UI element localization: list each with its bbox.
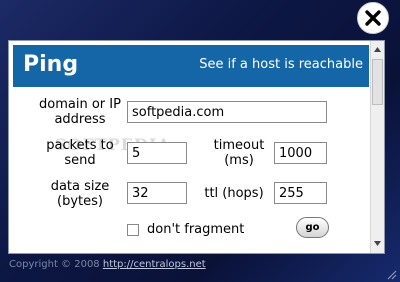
page-subtitle: See if a host is reachable	[199, 57, 363, 72]
ttl-label: ttl (hops)	[204, 186, 264, 201]
page-title: Ping	[23, 52, 79, 77]
vertical-scrollbar[interactable]	[370, 41, 384, 253]
timeout-label-line2: (ms)	[224, 153, 254, 168]
ttl-input[interactable]	[274, 182, 327, 204]
domain-label-line1: domain or IP	[39, 97, 121, 112]
domain-label: domain or IP address	[25, 97, 135, 127]
arrow-down-icon	[374, 241, 381, 246]
close-button[interactable]	[357, 2, 389, 34]
timeout-input[interactable]	[274, 142, 327, 164]
data-size-label: data size (bytes)	[35, 179, 125, 209]
close-icon	[365, 10, 381, 26]
scroll-down-button[interactable]	[371, 237, 384, 250]
packets-label: packets to send	[35, 138, 125, 168]
packets-label-line2: send	[64, 153, 96, 168]
scroll-up-button[interactable]	[371, 43, 384, 56]
scroll-thumb[interactable]	[372, 59, 383, 105]
go-button[interactable]: go	[296, 217, 329, 238]
copyright-text: Copyright © 2008	[9, 259, 100, 270]
data-size-input[interactable]	[127, 182, 187, 204]
packets-label-line1: packets to	[46, 138, 114, 153]
timeout-label-line1: timeout	[213, 138, 265, 153]
footer: Copyright © 2008 http://centralops.net	[9, 259, 206, 271]
packets-input[interactable]	[127, 142, 187, 164]
ping-header: Ping See if a host is reachable	[13, 45, 369, 87]
timeout-label: timeout (ms)	[207, 138, 271, 168]
dont-fragment-label: don't fragment	[147, 222, 245, 237]
panel-content: Ping See if a host is reachable SOFTPEDI…	[9, 41, 370, 253]
data-size-label-line2: (bytes)	[57, 194, 103, 209]
data-size-label-line1: data size	[50, 179, 110, 194]
resize-grip-icon[interactable]	[385, 268, 397, 280]
arrow-up-icon	[374, 47, 381, 52]
centralops-link[interactable]: http://centralops.net	[103, 259, 206, 270]
ping-panel: Ping See if a host is reachable SOFTPEDI…	[8, 40, 385, 254]
domain-label-line2: address	[54, 112, 106, 127]
dont-fragment-checkbox[interactable]	[127, 224, 139, 236]
domain-input[interactable]	[127, 101, 327, 123]
